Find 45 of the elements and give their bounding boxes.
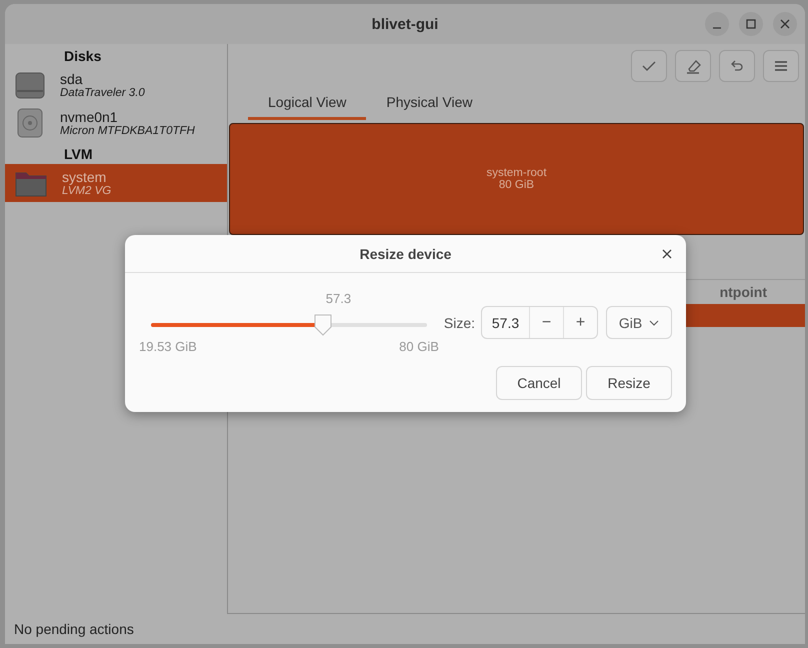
status-text: No pending actions	[14, 621, 134, 637]
volume-name: system-root	[486, 167, 547, 179]
volume-size: 80 GiB	[498, 179, 534, 191]
chevron-down-icon	[649, 320, 660, 326]
group-heading: LVM	[63, 145, 94, 164]
close-icon	[780, 19, 790, 29]
close-button[interactable]	[773, 12, 797, 36]
device-description: DataTraveler 3.0	[60, 87, 145, 99]
slider-thumb[interactable]	[312, 313, 334, 337]
view-tab[interactable]: Physical View	[366, 90, 492, 120]
group-heading: Disks	[63, 47, 102, 66]
minimize-icon	[712, 27, 722, 29]
undo-icon	[730, 60, 744, 72]
increment-button[interactable]: +	[563, 307, 598, 338]
decrement-button[interactable]: −	[529, 307, 564, 338]
menu-icon	[774, 60, 788, 72]
device-description: LVM2 VG	[62, 185, 112, 197]
menu-button[interactable]	[763, 50, 799, 82]
size-label: Size:	[444, 314, 476, 330]
device-name: sda	[60, 71, 84, 87]
max-label: 80 GiB	[399, 339, 439, 354]
checkmark-icon	[642, 60, 656, 72]
slider-track[interactable]	[151, 313, 427, 337]
slider-reading: 57.3	[326, 291, 352, 306]
device-name: nvme0n1	[60, 109, 119, 125]
device-item[interactable]: nvme0n1 Micron MTFDKBA1T0TFH	[5, 104, 227, 142]
eraser-icon	[685, 58, 701, 74]
window-title: blivet-gui	[372, 16, 438, 32]
maximize-button[interactable]	[739, 12, 763, 36]
min-label: 19.53 GiB	[139, 339, 197, 354]
clear-button[interactable]	[675, 50, 711, 82]
resize-button[interactable]: Resize	[586, 366, 672, 400]
view-tab[interactable]: Logical View	[248, 90, 366, 120]
maximize-icon	[746, 19, 756, 29]
device-item[interactable]: sda DataTraveler 3.0	[5, 66, 227, 104]
unit-dropdown[interactable]: GiB	[606, 306, 672, 339]
cancel-button[interactable]: Cancel	[496, 366, 582, 400]
device-name: system	[62, 169, 108, 185]
undo-button[interactable]	[719, 50, 755, 82]
drive-icon	[15, 70, 45, 100]
size-spin-field[interactable]: 57.3 − +	[481, 306, 598, 339]
close-icon	[662, 249, 672, 259]
device-description: Micron MTFDKBA1T0TFH	[60, 125, 195, 137]
disc-drive-icon	[15, 108, 45, 138]
dialog-title: Resize device	[360, 246, 452, 262]
